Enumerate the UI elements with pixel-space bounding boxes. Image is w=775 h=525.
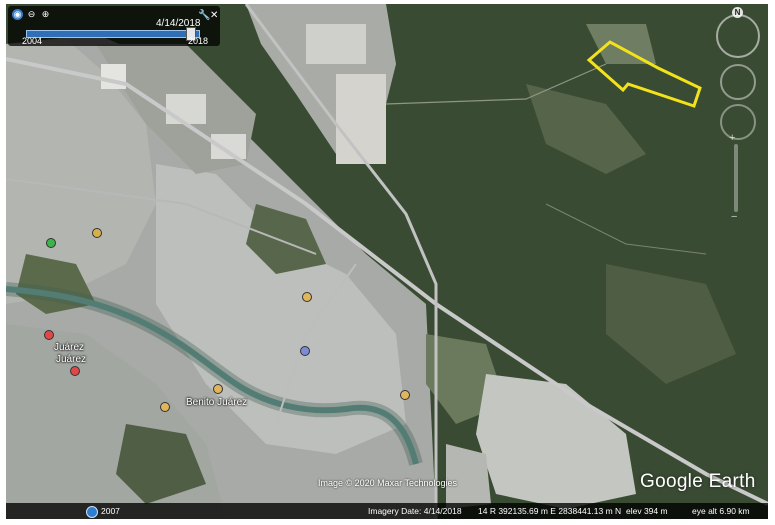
satellite-map-view[interactable]: ◉ ⊖ ⊕ 🔧 ✕ 4/14/2018 2004 2018 N + − Juár… bbox=[6, 4, 768, 519]
poi-icon[interactable] bbox=[302, 292, 312, 302]
zoom-slider[interactable] bbox=[734, 144, 738, 212]
history-globe-icon[interactable] bbox=[86, 506, 98, 518]
imagery-date: Imagery Date: 4/14/2018 bbox=[368, 506, 462, 516]
move-joystick[interactable] bbox=[720, 104, 756, 140]
historical-imagery-slider[interactable]: ◉ ⊖ ⊕ 🔧 ✕ 4/14/2018 2004 2018 bbox=[8, 6, 220, 46]
poi-icon[interactable] bbox=[300, 346, 310, 356]
google-earth-logo: Google Earth bbox=[640, 471, 756, 492]
poi-icon[interactable] bbox=[44, 330, 54, 340]
look-joystick[interactable] bbox=[720, 64, 756, 100]
end-year: 2018 bbox=[188, 36, 209, 46]
zoom-plus-icon[interactable]: + bbox=[729, 132, 735, 144]
time-track[interactable] bbox=[26, 30, 200, 38]
history-year: 2007 bbox=[101, 506, 120, 516]
start-year: 2004 bbox=[22, 36, 43, 46]
poi-icon[interactable] bbox=[213, 384, 223, 394]
place-label[interactable]: Juárez bbox=[56, 354, 86, 365]
close-icon[interactable]: ✕ bbox=[210, 10, 218, 21]
poi-icon[interactable] bbox=[70, 366, 80, 376]
place-marker-icon[interactable] bbox=[46, 238, 56, 248]
navigation-controls[interactable]: N + − bbox=[712, 7, 764, 228]
elevation-readout: elev 394 m bbox=[626, 506, 668, 516]
eye-altitude-readout: eye alt 6.90 km bbox=[692, 506, 750, 516]
poi-icon[interactable] bbox=[400, 390, 410, 400]
zoom-minus-icon[interactable]: − bbox=[731, 211, 737, 223]
parcel-outline[interactable] bbox=[6, 4, 768, 519]
place-label[interactable]: Juárez bbox=[54, 342, 84, 353]
place-label[interactable]: Benito Juárez bbox=[186, 397, 247, 408]
cursor-coordinates: 14 R 392135.69 m E 2838441.13 m N bbox=[478, 506, 622, 516]
zoom-in-icon[interactable]: ⊕ bbox=[40, 9, 51, 20]
poi-icon[interactable] bbox=[92, 228, 102, 238]
compass-north-icon[interactable]: N bbox=[732, 7, 743, 18]
zoom-out-icon[interactable]: ⊖ bbox=[26, 9, 37, 20]
poi-icon[interactable] bbox=[160, 402, 170, 412]
imagery-attribution: Image © 2020 Maxar Technologies bbox=[318, 478, 458, 488]
compass-ring[interactable] bbox=[716, 14, 760, 58]
status-bar: 2007 Imagery Date: 4/14/2018 14 R 392135… bbox=[6, 503, 768, 519]
globe-icon[interactable]: ◉ bbox=[12, 9, 23, 20]
app-frame: ◉ ⊖ ⊕ 🔧 ✕ 4/14/2018 2004 2018 N + − Juár… bbox=[0, 0, 775, 525]
